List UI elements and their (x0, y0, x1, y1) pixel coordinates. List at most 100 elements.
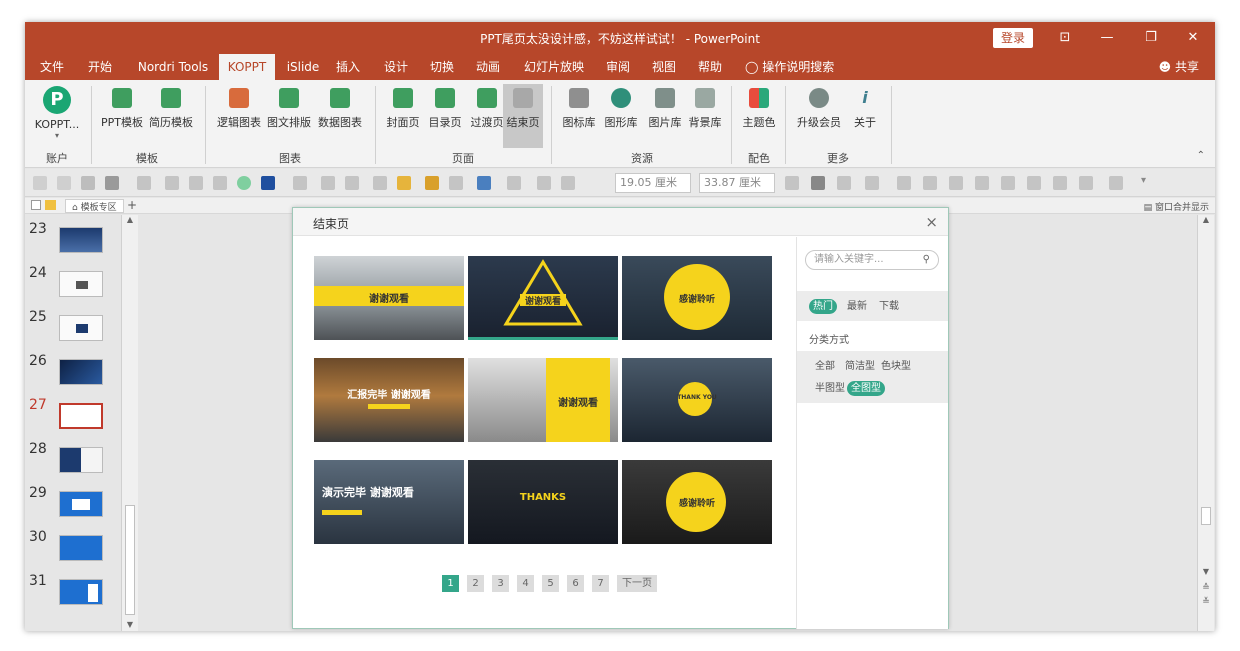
align-icon[interactable] (507, 176, 521, 190)
tab-help[interactable]: 帮助 (695, 54, 725, 80)
textbox-icon[interactable] (81, 176, 95, 190)
category-full-image[interactable]: 全图型 (847, 381, 885, 396)
arrange-icon[interactable] (837, 176, 851, 190)
slide-thumbnail-27[interactable]: 27 (25, 397, 125, 437)
page-button-4[interactable]: 4 (517, 575, 534, 592)
frame-icon[interactable] (865, 176, 879, 190)
tab-home[interactable]: 开始 (83, 54, 117, 80)
page-button-2[interactable]: 2 (467, 575, 484, 592)
page-button-7[interactable]: 7 (592, 575, 609, 592)
tab-koppt[interactable]: KOPPT (219, 54, 275, 80)
category-color-block[interactable]: 色块型 (877, 359, 915, 374)
pen-icon[interactable] (321, 176, 335, 190)
sort-tab-download[interactable]: 下载 (875, 299, 903, 314)
end-page-template-card[interactable]: 感谢聆听 (622, 460, 772, 544)
tab-islide[interactable]: iSlide (281, 54, 325, 80)
logic-chart-button[interactable]: 逻辑图表 (215, 84, 263, 144)
scrollbar-thumb[interactable] (125, 505, 135, 615)
end-page-template-card[interactable]: 谢谢观看 (468, 256, 618, 340)
crop-icon[interactable] (785, 176, 799, 190)
restore-icon[interactable]: ❐ (1131, 22, 1171, 54)
end-page-template-card[interactable]: THANKS (468, 460, 618, 544)
font-size-icon[interactable] (1079, 176, 1093, 190)
send-backward-icon[interactable] (923, 176, 937, 190)
category-simple[interactable]: 简洁型 (841, 359, 879, 374)
page-button-3[interactable]: 3 (492, 575, 509, 592)
circle-shape-icon[interactable] (237, 176, 251, 190)
slide-thumbnail-25[interactable]: 25 (25, 309, 125, 349)
sync-icon[interactable] (1027, 176, 1041, 190)
category-half-image[interactable]: 半图型 (811, 381, 849, 396)
transition-page-button[interactable]: 过渡页 (467, 84, 507, 144)
tab-animations[interactable]: 动画 (473, 54, 503, 80)
tab-insert[interactable]: 插入 (333, 54, 363, 80)
end-page-template-card[interactable]: 谢谢观看 (314, 256, 464, 340)
font-color-icon[interactable] (137, 176, 151, 190)
tab-slideshow[interactable]: 幻灯片放映 (521, 54, 587, 80)
sort-tab-hot[interactable]: 热门 (809, 299, 837, 314)
highlight-icon[interactable] (397, 176, 411, 190)
cover-page-button[interactable]: 封面页 (383, 84, 423, 144)
image-tool-icon[interactable] (1109, 176, 1123, 190)
sort-tab-latest[interactable]: 最新 (843, 299, 871, 314)
end-page-template-card[interactable]: 谢谢观看 (468, 358, 618, 442)
login-button[interactable]: 登录 (993, 28, 1033, 48)
selection-pane-icon[interactable] (811, 176, 825, 190)
scroll-up-icon[interactable]: ▲ (1198, 215, 1214, 224)
customize-dropdown-icon[interactable]: ▾ (1141, 175, 1146, 186)
merge-windows-toggle[interactable]: ▤ 窗口合并显示 (1144, 200, 1209, 213)
shape-width-input[interactable]: 33.87 厘米 (699, 173, 775, 193)
slide-thumbnail-30[interactable]: 30 (25, 529, 125, 569)
grid-icon[interactable] (213, 176, 227, 190)
minimize-icon[interactable]: — (1087, 22, 1127, 54)
format-icon[interactable] (57, 176, 71, 190)
scrollbar-thumb[interactable] (1201, 507, 1211, 525)
print-icon[interactable] (33, 176, 47, 190)
group-icon[interactable] (537, 176, 551, 190)
shape-height-input[interactable]: 19.05 厘米 (615, 173, 691, 193)
image-library-button[interactable]: 图片库 (645, 84, 685, 144)
toc-page-button[interactable]: 目录页 (425, 84, 465, 144)
column-chart-icon[interactable] (425, 176, 439, 190)
ungroup-icon[interactable] (561, 176, 575, 190)
slide-thumbnail-28[interactable]: 28 (25, 441, 125, 481)
about-button[interactable]: i 关于 (847, 84, 883, 144)
thumbnails-scrollbar[interactable]: ▲ ▼ (121, 215, 138, 631)
slide-thumbnail-24[interactable]: 24 (25, 265, 125, 305)
theme-color-button[interactable]: 主题色 (739, 84, 779, 144)
pen-color-icon[interactable] (373, 176, 387, 190)
search-icon[interactable]: ⚲ (923, 251, 930, 269)
table-icon[interactable] (189, 176, 203, 190)
end-page-button[interactable]: 结束页 (503, 84, 543, 148)
bucket-icon[interactable] (293, 176, 307, 190)
slide-thumbnail-29[interactable]: 29 (25, 485, 125, 525)
template-zone-tab[interactable]: ⌂ 模板专区 (65, 199, 124, 213)
scroll-down-icon[interactable]: ▼ (122, 620, 138, 629)
ppt-template-button[interactable]: PPT模板 (99, 84, 145, 144)
editor-scrollbar[interactable]: ▲ ▼ ≙ ≚ (1197, 215, 1214, 631)
end-page-template-card[interactable]: 演示完毕 谢谢观看 (314, 460, 464, 544)
page-button-1[interactable]: 1 (442, 575, 459, 592)
icon-library-button[interactable]: 图标库 (559, 84, 599, 144)
end-page-template-card[interactable]: THANK YOU (622, 358, 772, 442)
wordart-icon[interactable] (105, 176, 119, 190)
align-center-icon[interactable] (975, 176, 989, 190)
add-tab-icon[interactable]: + (127, 198, 137, 212)
bring-forward-icon[interactable] (897, 176, 911, 190)
tab-file[interactable]: 文件 (35, 54, 69, 80)
tab-review[interactable]: 审阅 (603, 54, 633, 80)
layout-button[interactable]: 图文排版 (265, 84, 313, 144)
slide-thumbnail-23[interactable]: 23 (25, 221, 125, 261)
next-slide-icon[interactable]: ≚ (1198, 597, 1214, 607)
scroll-up-icon[interactable]: ▲ (122, 215, 138, 224)
background-library-button[interactable]: 背景库 (685, 84, 725, 144)
close-icon[interactable]: × (925, 213, 938, 231)
next-page-button[interactable]: 下一页 (617, 575, 657, 592)
line-style-icon[interactable] (345, 176, 359, 190)
folder-icon[interactable] (45, 200, 56, 210)
shape-effect-icon[interactable] (449, 176, 463, 190)
tell-me-search[interactable]: ◯ 操作说明搜索 (745, 54, 834, 80)
replace-icon[interactable] (1001, 176, 1015, 190)
slide-thumbnail-26[interactable]: 26 (25, 353, 125, 393)
close-icon[interactable]: ✕ (1173, 22, 1213, 54)
